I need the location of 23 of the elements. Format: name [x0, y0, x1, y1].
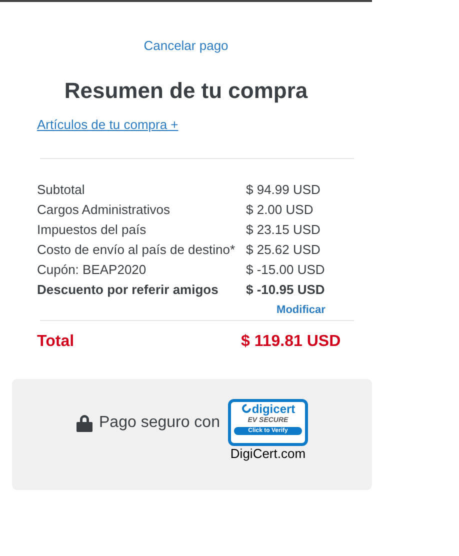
row-label: Impuestos del país [37, 220, 148, 239]
row-amount: $ 23.15 USD [246, 220, 322, 238]
items-link[interactable]: Artículos de tu compra + [37, 116, 178, 132]
row-amount: $ -10.95 USD [246, 280, 326, 298]
lock-icon [76, 414, 93, 432]
secure-text: Pago seguro con [99, 412, 220, 432]
digicert-logo-icon [240, 403, 252, 414]
total-label: Total [37, 332, 76, 352]
modify-link[interactable]: Modificar [246, 300, 356, 320]
row-amount: $ 94.99 USD [246, 180, 322, 198]
row-label: Subtotal [37, 180, 86, 198]
badge-brand: digicert [252, 402, 296, 416]
row-amount: $ 2.00 USD [246, 200, 314, 218]
page-title: Resumen de tu compra [64, 76, 308, 105]
row-amount: $ -15.00 USD [246, 260, 326, 278]
row-label: Costo de envío al país de destino* [37, 240, 236, 259]
row-label: Descuento por referir amigos [37, 280, 220, 299]
total-amount: $ 119.81 USD [241, 332, 341, 352]
cancel-link[interactable]: Cancelar pago [144, 36, 228, 56]
row-label: Cupón: BEAP2020 [37, 260, 148, 279]
row-label: Cargos Administrativos [37, 200, 171, 219]
row-amount: $ 25.62 USD [246, 240, 322, 258]
digicert-caption[interactable]: DigiCert.com [230, 446, 306, 462]
